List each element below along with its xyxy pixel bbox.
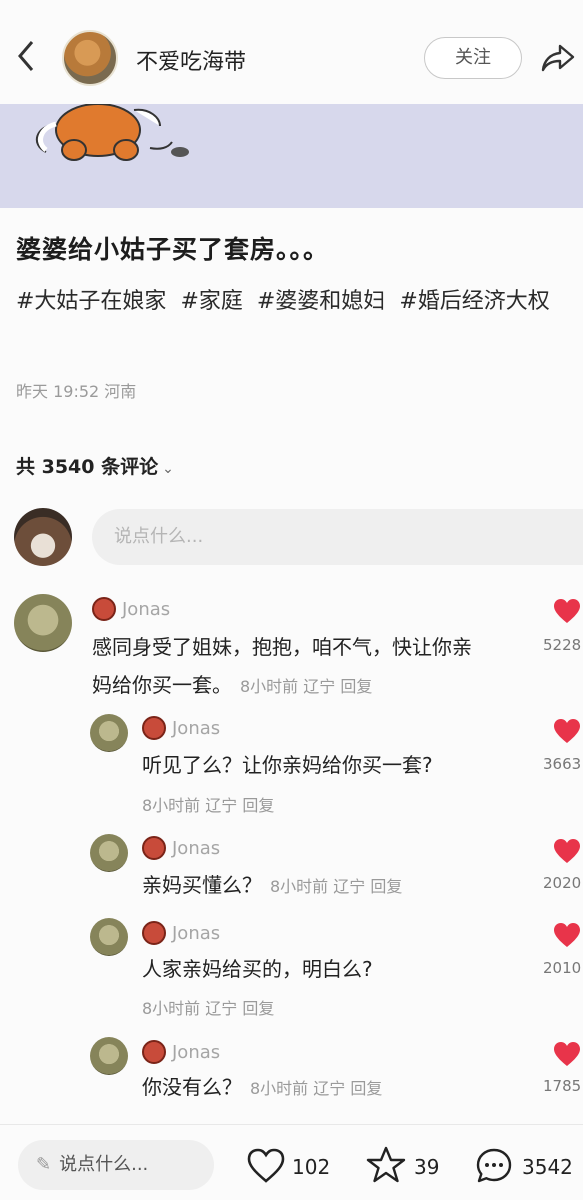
commenter-avatar[interactable] xyxy=(90,1037,128,1075)
commenter-name[interactable]: Jonas xyxy=(172,718,220,739)
like-count: 3663 xyxy=(543,755,582,773)
my-avatar xyxy=(14,508,72,566)
comment-meta[interactable]: 8小时前 辽宁 回复 xyxy=(270,877,402,896)
comment-header: Jonas xyxy=(142,921,220,945)
star-icon[interactable] xyxy=(366,1145,406,1185)
commenter-name[interactable]: Jonas xyxy=(172,923,220,944)
comment-header: Jonas xyxy=(92,597,170,621)
user-badge-icon xyxy=(92,597,116,621)
comment-text: 人家亲妈给买的，明白么? xyxy=(142,957,373,981)
commenter-name[interactable]: Jonas xyxy=(172,1042,220,1063)
comment-line: 你没有么？ xyxy=(142,1075,242,1099)
share-arrow-icon xyxy=(541,44,575,72)
like-count: 2020 xyxy=(543,874,582,892)
comment-line-wrap: 妈给你买一套。 8小时前 辽宁 回复 xyxy=(92,666,522,706)
author-avatar[interactable] xyxy=(62,30,118,86)
comment-count-label: 共 3540 条评论 xyxy=(16,456,159,478)
comment-text: 感同身受了姐妹，抱抱，咱不气，快让你亲 妈给你买一套。 8小时前 辽宁 回复 xyxy=(92,628,522,706)
post-title: 婆婆给小姑子买了套房。。。 xyxy=(16,235,330,264)
heart-icon[interactable] xyxy=(553,718,581,744)
heart-icon[interactable] xyxy=(553,838,581,864)
chevron-down-icon: ⌄ xyxy=(162,461,174,477)
comment-meta[interactable]: 8小时前 辽宁 回复 xyxy=(142,995,274,1019)
comment-line: 妈给你买一套。 xyxy=(92,673,232,697)
cat-illustration xyxy=(35,104,189,161)
tag-link[interactable]: #婚后经济大权 xyxy=(399,289,549,314)
commenter-avatar[interactable] xyxy=(90,834,128,872)
like-heart-icon[interactable] xyxy=(246,1146,286,1186)
commenter-name[interactable]: Jonas xyxy=(122,599,170,620)
back-button[interactable] xyxy=(14,38,44,78)
bottom-comment-input[interactable]: ✎ 说点什么... xyxy=(18,1140,214,1190)
post-image[interactable] xyxy=(0,104,583,208)
comment-count[interactable]: 共 3540 条评论 ⌄ xyxy=(16,452,174,479)
comment-line: 亲妈买懂么？ xyxy=(142,873,262,897)
favorites-count: 39 xyxy=(414,1155,440,1179)
user-badge-icon xyxy=(142,836,166,860)
tag-link[interactable]: #家庭 xyxy=(180,289,242,314)
like-count: 2010 xyxy=(543,959,582,977)
commenter-avatar[interactable] xyxy=(90,918,128,956)
heart-icon[interactable] xyxy=(553,922,581,948)
comment-line: 感同身受了姐妹，抱抱，咱不气，快让你亲 xyxy=(92,635,472,659)
comment-text: 亲妈买懂么？ 8小时前 辽宁 回复 xyxy=(142,866,402,906)
comment-bubble-icon[interactable] xyxy=(474,1146,514,1186)
commenter-avatar[interactable] xyxy=(14,594,72,652)
tag-link[interactable]: #大姑子在娘家 xyxy=(16,289,166,314)
heart-icon[interactable] xyxy=(553,598,581,624)
commenter-avatar[interactable] xyxy=(90,714,128,752)
post-tags: #大姑子在娘家 #家庭 #婆婆和媳妇 #婚后经济大权 xyxy=(16,282,576,322)
like-count: 1785 xyxy=(543,1077,582,1095)
tag-link[interactable]: #婆婆和媳妇 xyxy=(257,289,385,314)
comment-meta[interactable]: 8小时前 辽宁 回复 xyxy=(250,1079,382,1098)
bottom-input-placeholder: 说点什么... xyxy=(59,1154,149,1175)
comment-text: 听见了么？让你亲妈给你买一套? xyxy=(142,753,433,777)
user-badge-icon xyxy=(142,716,166,740)
share-button[interactable] xyxy=(540,40,576,76)
follow-button[interactable]: 关注 xyxy=(424,37,522,79)
pen-icon: ✎ xyxy=(36,1154,52,1175)
post-meta: 昨天 19:52 河南 xyxy=(16,382,137,401)
likes-count: 102 xyxy=(292,1155,331,1179)
commenter-name[interactable]: Jonas xyxy=(172,838,220,859)
comment-header: Jonas xyxy=(142,1040,220,1064)
user-badge-icon xyxy=(142,921,166,945)
user-badge-icon xyxy=(142,1040,166,1064)
comment-meta[interactable]: 8小时前 辽宁 回复 xyxy=(142,792,274,816)
comment-input[interactable]: 说点什么... xyxy=(92,509,583,565)
comment-header: Jonas xyxy=(142,716,220,740)
heart-icon[interactable] xyxy=(553,1041,581,1067)
comment-header: Jonas xyxy=(142,836,220,860)
chevron-left-icon xyxy=(18,41,34,71)
comment-text: 你没有么？ 8小时前 辽宁 回复 xyxy=(142,1068,382,1108)
author-name[interactable]: 不爱吃海带 xyxy=(136,44,246,76)
like-count: 5228 xyxy=(543,636,582,654)
comments-count: 3542 xyxy=(522,1155,573,1179)
comment-meta[interactable]: 8小时前 辽宁 回复 xyxy=(240,677,372,696)
